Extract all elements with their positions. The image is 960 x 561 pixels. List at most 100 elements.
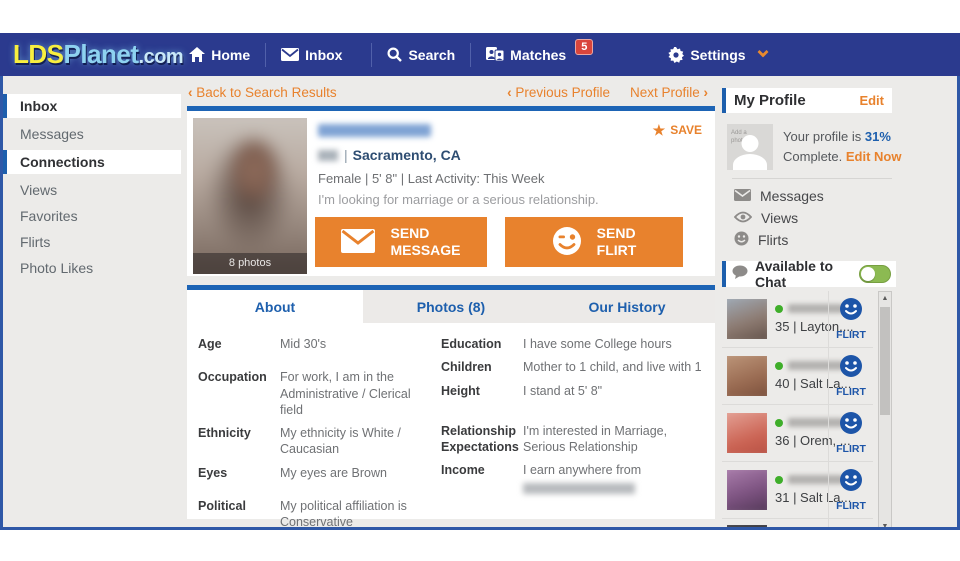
- about-field-occupation: Occupation For work, I am in the Adminis…: [198, 369, 439, 418]
- nav-search-label: Search: [408, 47, 455, 63]
- profile-card: 8 photos | Sacramento, CA Female | 5' 8"…: [187, 106, 715, 276]
- flirt-button[interactable]: FLIRT: [828, 405, 873, 461]
- blurred-photo: [193, 118, 307, 274]
- profile-photo[interactable]: 8 photos: [193, 118, 307, 274]
- back-to-search-link[interactable]: ‹ Back to Search Results: [188, 85, 337, 100]
- logo-com: .com: [139, 46, 184, 68]
- scroll-down-arrow[interactable]: ▼: [879, 523, 891, 530]
- about-field-age: Age Mid 30's: [198, 336, 439, 352]
- profile-details: Female | 5' 8" | Last Activity: This Wee…: [318, 171, 599, 186]
- divider: [732, 178, 892, 179]
- blurred-age: [318, 150, 338, 161]
- blurred-photo: [727, 299, 767, 339]
- online-dot: [775, 419, 783, 427]
- sidebar-item-photo-likes[interactable]: Photo Likes: [3, 257, 181, 279]
- sidebar-item-messages[interactable]: Messages: [3, 123, 181, 145]
- edit-now-link[interactable]: Edit Now: [846, 149, 902, 164]
- search-icon: [387, 47, 402, 62]
- previous-profile-link[interactable]: ‹ Previous Profile: [507, 85, 610, 100]
- flirt-button[interactable]: FLIRT: [828, 348, 873, 404]
- about-field-relationship: Relationship Expectations I'm interested…: [441, 423, 715, 456]
- about-right-column: Education I have some College hours Chil…: [439, 336, 715, 519]
- sidebar-item-inbox[interactable]: Inbox: [3, 94, 181, 118]
- profile-completeness: Add a photo Your profile is 31% Complete…: [727, 124, 955, 170]
- site-logo[interactable]: LDSPlanet.com: [13, 39, 183, 70]
- sidebar-item-favorites[interactable]: Favorites: [3, 205, 181, 227]
- scrollbar-thumb[interactable]: [880, 307, 890, 415]
- sidebar-item-views[interactable]: Views: [3, 179, 181, 201]
- send-message-label: SEND MESSAGE: [390, 225, 460, 259]
- nav-search[interactable]: Search: [387, 47, 455, 63]
- edit-profile-link[interactable]: Edit: [859, 93, 884, 108]
- member-thumbnail[interactable]: [727, 356, 767, 396]
- flirt-label: FLIRT: [836, 443, 866, 455]
- next-profile-link[interactable]: Next Profile ›: [630, 85, 708, 100]
- member-thumbnail[interactable]: [727, 413, 767, 453]
- member-thumbnail[interactable]: [727, 299, 767, 339]
- profile-tabs: About Photos (8) Our History: [187, 285, 715, 323]
- top-navbar: LDSPlanet.com Home Inbox Search Matches …: [0, 33, 960, 76]
- sidebar-item-connections[interactable]: Connections: [3, 150, 181, 174]
- smiley-icon: [839, 297, 863, 326]
- chat-list: 35 | Layton,... FLIRT 40 | Salt La...: [722, 291, 892, 530]
- flirt-label: FLIRT: [836, 386, 866, 398]
- available-to-chat-label: Available to Chat: [755, 258, 852, 290]
- blurred-photo: [727, 413, 767, 453]
- main-content: ‹ Back to Search Results ‹ Previous Prof…: [181, 76, 718, 527]
- envelope-icon: [281, 48, 299, 61]
- logo-lds: LDS: [13, 39, 64, 69]
- chat-availability-toggle[interactable]: [859, 265, 891, 283]
- nav-matches[interactable]: Matches 5: [486, 47, 593, 63]
- smiley-icon: [839, 354, 863, 383]
- send-flirt-button[interactable]: SEND FLIRT: [505, 217, 683, 267]
- scroll-up-arrow[interactable]: ▲: [879, 295, 891, 302]
- member-thumbnail[interactable]: [727, 470, 767, 510]
- save-profile-button[interactable]: ★ SAVE: [653, 123, 702, 137]
- sidebar-link-views[interactable]: Views: [734, 210, 955, 226]
- location-separator: |: [344, 147, 348, 163]
- nav-home[interactable]: Home: [189, 47, 250, 63]
- avatar[interactable]: Add a photo: [727, 124, 773, 170]
- my-profile-title: My Profile: [734, 92, 806, 109]
- left-sidebar: Inbox Messages Connections Views Favorit…: [3, 76, 181, 527]
- flirt-button[interactable]: FLIRT: [828, 462, 873, 518]
- blurred-photo: [727, 356, 767, 396]
- tab-about[interactable]: About: [187, 290, 363, 323]
- nav-matches-label: Matches: [510, 47, 566, 63]
- tab-photos[interactable]: Photos (8): [363, 290, 539, 323]
- sidebar-link-messages[interactable]: Messages: [734, 188, 955, 204]
- blurred-photo: [727, 470, 767, 510]
- profile-tagline: I'm looking for marriage or a serious re…: [318, 192, 599, 207]
- nav-inbox-label: Inbox: [305, 47, 342, 63]
- send-message-button[interactable]: SEND MESSAGE: [315, 217, 487, 267]
- chevron-left-icon: ‹: [507, 85, 512, 100]
- blurred-username: [318, 124, 431, 137]
- completeness-percent: 31%: [865, 129, 891, 144]
- about-field-height: Height I stand at 5' 8": [441, 383, 715, 399]
- list-item[interactable]: 31 | Salt La... FLIRT: [722, 462, 873, 519]
- sidebar-item-flirts[interactable]: Flirts: [3, 231, 181, 253]
- flirt-button[interactable]: FLIRT: [828, 291, 873, 347]
- tab-our-history[interactable]: Our History: [539, 290, 715, 323]
- save-label: SAVE: [670, 123, 702, 137]
- chat-list-scrollbar[interactable]: ▲ ▼: [878, 291, 892, 530]
- nav-home-label: Home: [211, 47, 250, 63]
- list-item[interactable]: 40 | Salt La... FLIRT: [722, 348, 873, 405]
- about-panel: Age Mid 30's Occupation For work, I am i…: [187, 323, 715, 519]
- nav-settings[interactable]: Settings: [668, 47, 766, 63]
- photo-count-label: 8 photos: [193, 253, 307, 274]
- smiley-icon: [734, 231, 749, 249]
- chevron-left-icon: ‹: [188, 85, 193, 100]
- blurred-income: [523, 483, 635, 494]
- online-dot: [775, 305, 783, 313]
- flirt-label: FLIRT: [836, 500, 866, 512]
- wink-smiley-icon: [552, 226, 582, 259]
- blurred-photo: [727, 525, 767, 530]
- envelope-icon: [734, 188, 751, 204]
- list-item[interactable]: 36 | Orem, ... FLIRT: [722, 405, 873, 462]
- star-icon: ★: [653, 124, 666, 136]
- nav-inbox[interactable]: Inbox: [281, 47, 342, 63]
- breadcrumb: ‹ Back to Search Results ‹ Previous Prof…: [181, 76, 718, 106]
- list-item[interactable]: 35 | Layton,... FLIRT: [722, 291, 873, 348]
- sidebar-link-flirts[interactable]: Flirts: [734, 232, 955, 248]
